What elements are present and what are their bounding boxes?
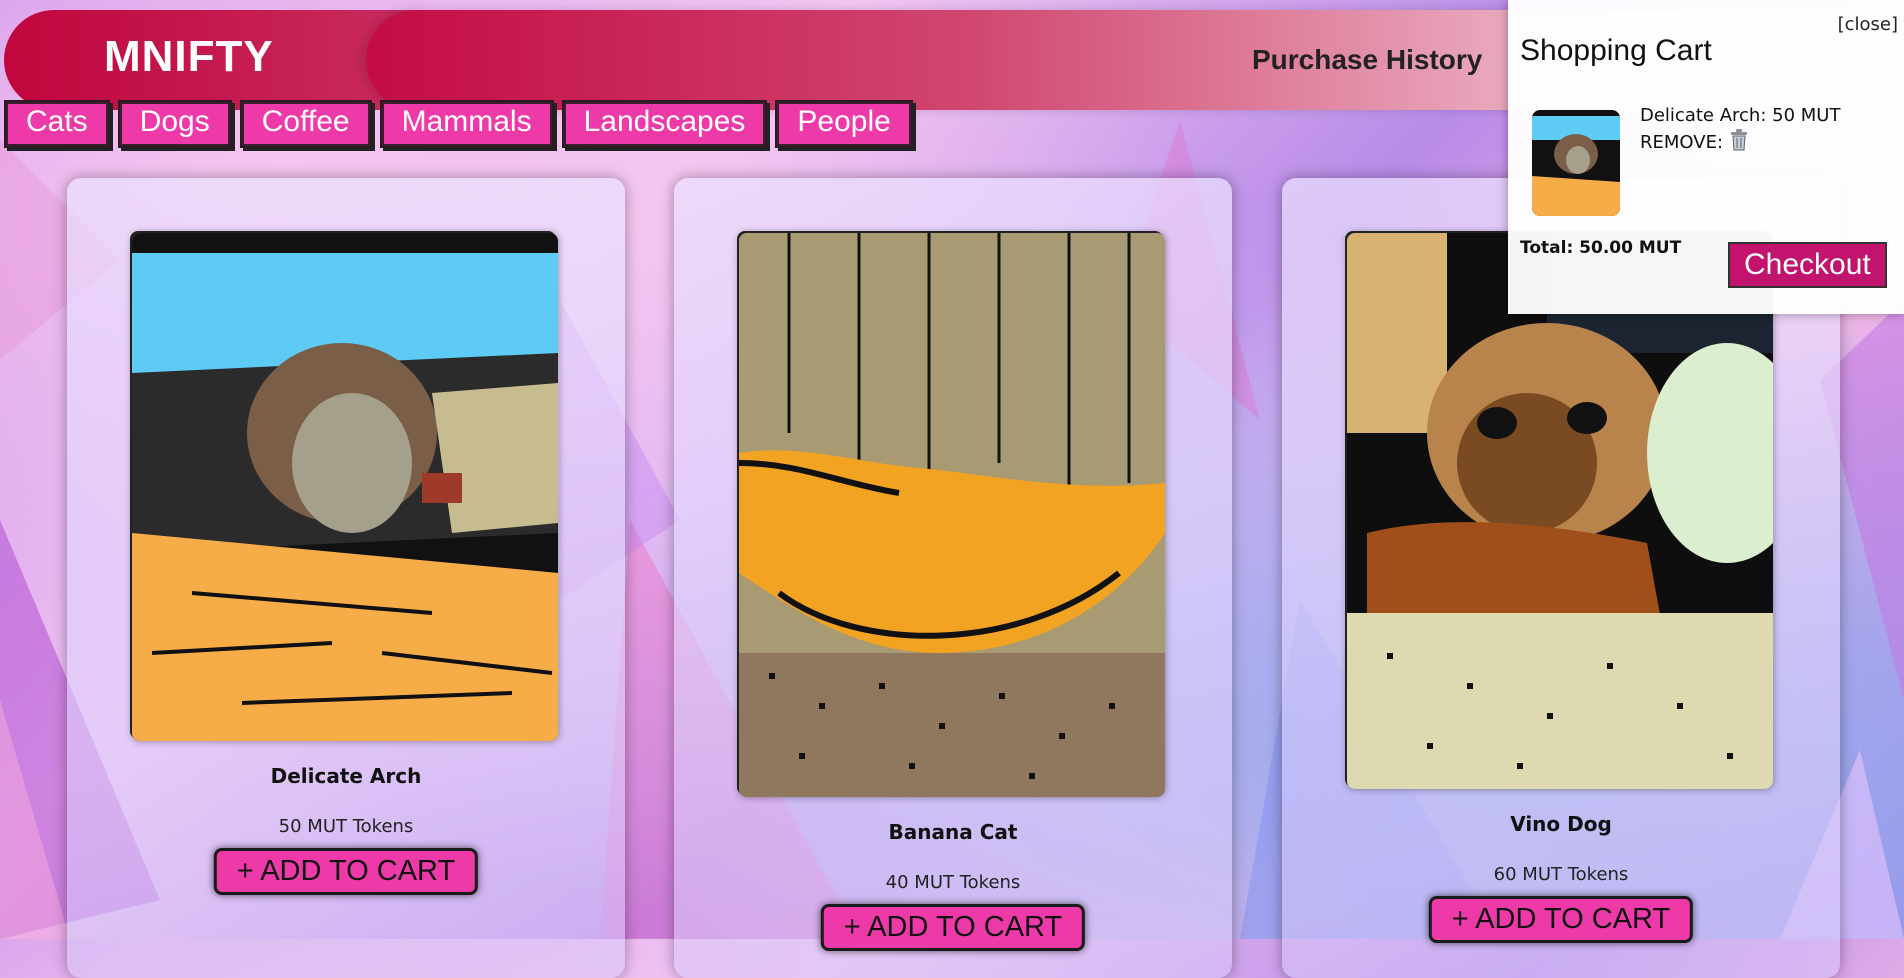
category-coffee[interactable]: Coffee	[239, 100, 372, 148]
cart-total: Total: 50.00 MUT	[1520, 238, 1682, 258]
cart-item: Delicate Arch: 50 MUT REMOVE:	[1640, 102, 1840, 159]
product-image-delicate-arch[interactable]	[132, 233, 558, 741]
category-cats[interactable]: Cats	[4, 100, 110, 148]
purchase-history-link[interactable]: Purchase History	[1252, 44, 1482, 76]
site-logo[interactable]: MNIFTY	[104, 32, 274, 82]
shopping-cart-panel: [close] Shopping Cart Delicate Arch: 50 …	[1508, 0, 1904, 314]
product-card: Delicate Arch 50 MUT Tokens + ADD TO CAR…	[67, 178, 625, 978]
category-nav: Cats Dogs Coffee Mammals Landscapes Peop…	[4, 100, 913, 148]
cart-remove-row: REMOVE:	[1640, 129, 1840, 159]
category-dogs[interactable]: Dogs	[117, 100, 232, 148]
product-card: Banana Cat 40 MUT Tokens + ADD TO CART	[674, 178, 1232, 978]
cart-title: Shopping Cart	[1520, 34, 1712, 67]
add-to-cart-button[interactable]: + ADD TO CART	[1428, 896, 1694, 943]
cart-remove-label: REMOVE:	[1640, 132, 1724, 153]
add-to-cart-button[interactable]: + ADD TO CART	[213, 848, 479, 895]
trash-icon[interactable]	[1729, 129, 1749, 159]
product-price: 60 MUT Tokens	[1493, 864, 1629, 885]
product-price: 50 MUT Tokens	[278, 816, 414, 837]
category-mammals[interactable]: Mammals	[379, 100, 554, 148]
cart-item-thumbnail	[1532, 110, 1620, 216]
checkout-button[interactable]: Checkout	[1728, 242, 1887, 288]
cart-close-button[interactable]: [close]	[1838, 14, 1898, 35]
category-landscapes[interactable]: Landscapes	[561, 100, 768, 148]
product-image-banana-cat[interactable]	[739, 233, 1165, 797]
category-people[interactable]: People	[775, 100, 913, 148]
product-title: Banana Cat	[888, 820, 1018, 844]
add-to-cart-button[interactable]: + ADD TO CART	[820, 904, 1086, 951]
product-price: 40 MUT Tokens	[885, 872, 1021, 893]
product-title: Vino Dog	[1510, 812, 1612, 836]
cart-item-label: Delicate Arch: 50 MUT	[1640, 105, 1841, 126]
product-image-vino-dog[interactable]	[1347, 233, 1773, 789]
product-title: Delicate Arch	[270, 764, 422, 788]
